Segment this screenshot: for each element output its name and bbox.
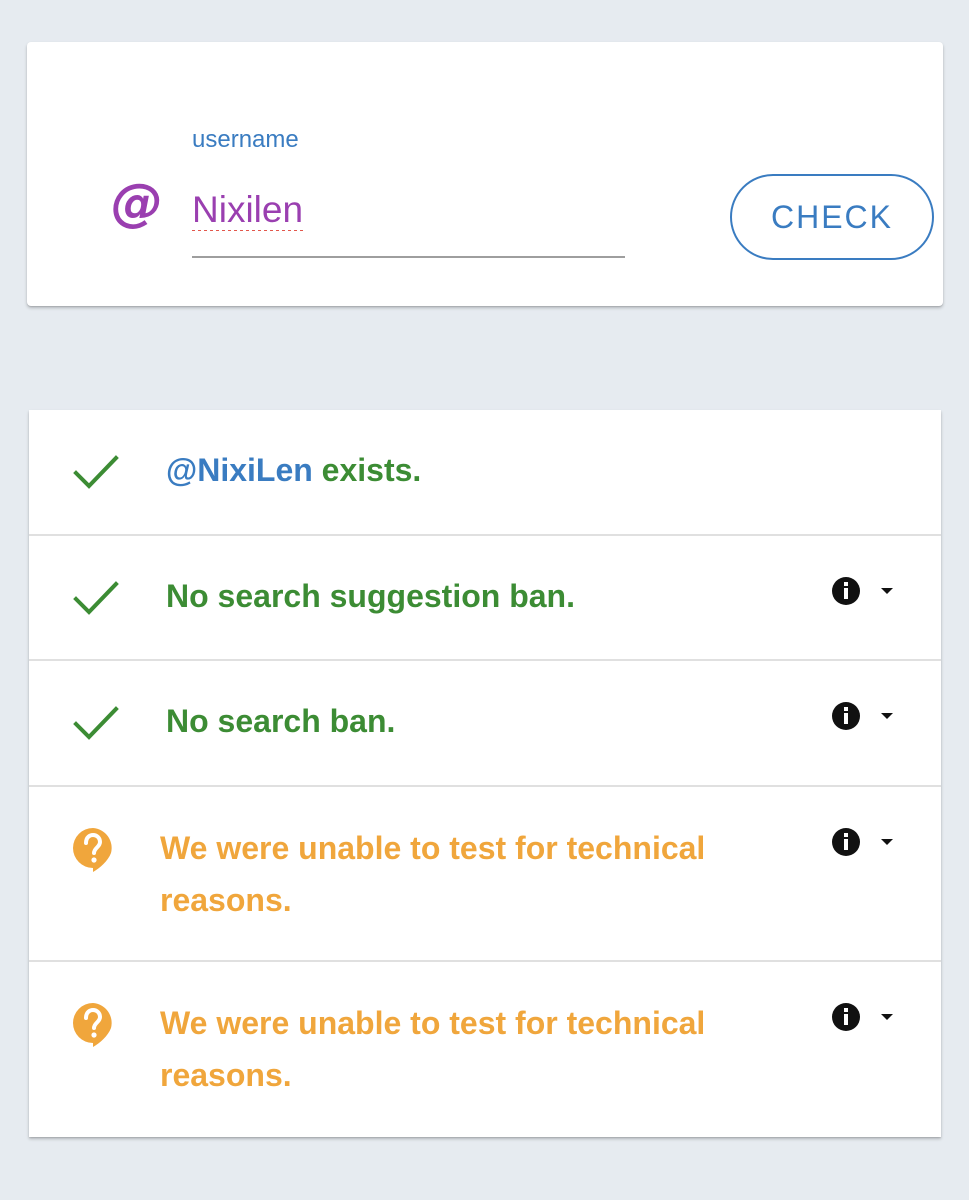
at-icon: @ — [111, 173, 163, 233]
result-text-unknown-1: We were unable to test for technical rea… — [160, 830, 706, 918]
result-text-suggestion-ban: No search suggestion ban. — [166, 578, 575, 614]
check-icon — [73, 455, 119, 489]
result-row-unknown-2[interactable]: We were unable to test for technical rea… — [29, 962, 941, 1137]
result-text-exists: @NixiLen exists. — [166, 444, 421, 496]
exists-suffix: exists. — [312, 452, 422, 488]
results-card: @NixiLen exists. No search suggestion ba… — [29, 410, 941, 1137]
result-row-suggestion-ban[interactable]: No search suggestion ban. — [29, 536, 941, 661]
username-input-underline — [192, 256, 625, 258]
result-row-search-ban[interactable]: No search ban. — [29, 661, 941, 787]
info-icon[interactable] — [831, 576, 861, 606]
info-icon[interactable] — [831, 827, 861, 857]
username-label: username — [192, 126, 299, 153]
search-card: @ username CHECK — [27, 42, 943, 306]
username-handle[interactable]: @NixiLen — [166, 452, 313, 488]
check-button[interactable]: CHECK — [730, 174, 934, 260]
result-text-unknown-2: We were unable to test for technical rea… — [160, 1005, 706, 1093]
question-bubble-icon — [73, 828, 112, 872]
info-icon[interactable] — [831, 1002, 861, 1032]
result-text-search-ban: No search ban. — [166, 703, 396, 739]
chevron-down-icon[interactable] — [879, 837, 895, 847]
result-row-exists: @NixiLen exists. — [29, 410, 941, 536]
info-icon[interactable] — [831, 701, 861, 731]
check-icon — [73, 706, 119, 740]
question-bubble-icon — [73, 1003, 112, 1047]
chevron-down-icon[interactable] — [879, 1012, 895, 1022]
username-input[interactable] — [192, 180, 625, 240]
chevron-down-icon[interactable] — [879, 711, 895, 721]
result-row-unknown-1[interactable]: We were unable to test for technical rea… — [29, 787, 941, 962]
chevron-down-icon[interactable] — [879, 586, 895, 596]
check-icon — [73, 581, 119, 615]
